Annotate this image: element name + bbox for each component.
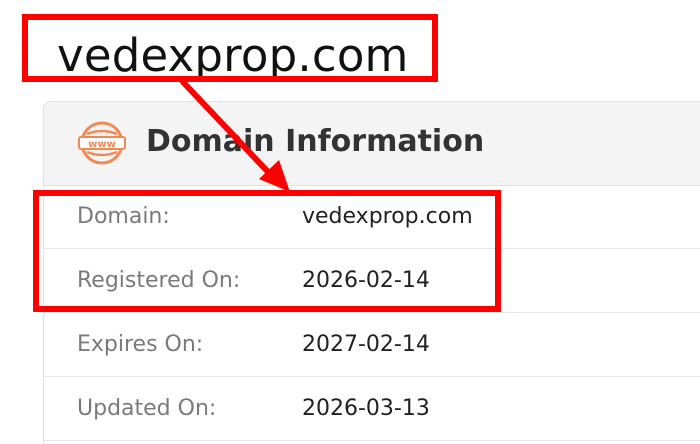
row-value: 2027-02-14 (302, 332, 430, 357)
row-value: 2026-03-13 (302, 396, 430, 421)
row-value: vedexprop.com (302, 204, 473, 229)
row-value: 2026-02-14 (302, 268, 430, 293)
domain-heading: vedexprop.com (57, 29, 409, 82)
row-label: Registered On: (77, 268, 241, 293)
row-registered-on: Registered On: 2026-02-14 (44, 250, 700, 313)
row-label: Domain: (77, 204, 170, 229)
www-globe-icon: www (78, 121, 126, 165)
domain-info-card: www Domain Information Domain: vedexprop… (43, 101, 700, 444)
www-icon-label: www (88, 139, 116, 150)
row-updated-on: Updated On: 2026-03-13 (44, 378, 700, 441)
row-label: Updated On: (77, 396, 217, 421)
row-expires-on: Expires On: 2027-02-14 (44, 314, 700, 377)
card-title: Domain Information (146, 124, 485, 159)
row-label: Expires On: (77, 332, 204, 357)
card-header: www Domain Information (44, 102, 700, 186)
screenshot-page: vedexprop.com www Domain Information Dom… (0, 0, 700, 444)
row-domain: Domain: vedexprop.com (44, 186, 700, 249)
